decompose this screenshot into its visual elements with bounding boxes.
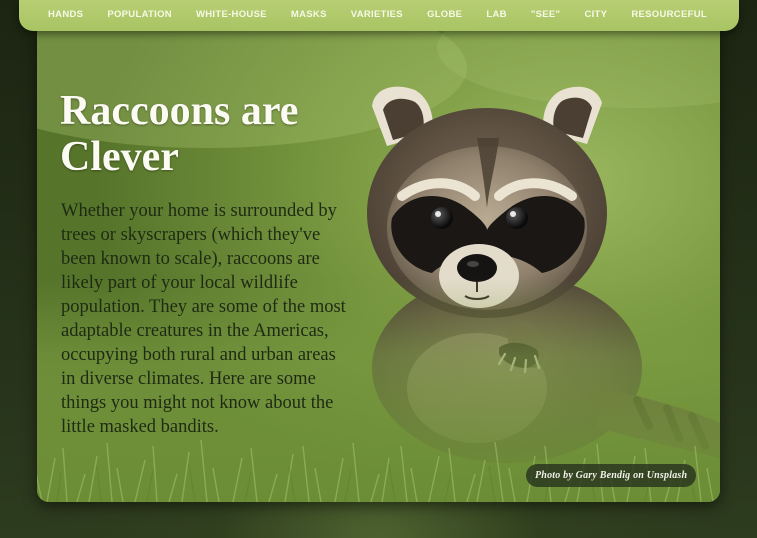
nav-item-varieties[interactable]: VARIETIES — [351, 9, 403, 20]
nav-item-population[interactable]: POPULATION — [107, 9, 172, 20]
nav-item-globe[interactable]: GLOBE — [427, 9, 462, 20]
hero-section: Raccoons are Clever Whether your home is… — [37, 28, 720, 502]
nav-item-hands[interactable]: HANDS — [48, 9, 83, 20]
photo-credit-badge[interactable]: Photo by Gary Bendig on Unsplash — [526, 464, 697, 487]
nav-item-lab[interactable]: LAB — [486, 9, 506, 20]
nav-item-city[interactable]: CITY — [584, 9, 607, 20]
nav-item-white-house[interactable]: WHITE-HOUSE — [196, 9, 267, 20]
page-title: Raccoons are Clever — [60, 88, 299, 180]
nav-item-resourceful[interactable]: RESOURCEFUL — [631, 9, 707, 20]
top-navigation: HANDS POPULATION WHITE-HOUSE MASKS VARIE… — [19, 0, 739, 31]
nav-list: HANDS POPULATION WHITE-HOUSE MASKS VARIE… — [19, 0, 739, 29]
intro-paragraph: Whether your home is surrounded by trees… — [61, 201, 346, 437]
nav-item-see[interactable]: "SEE" — [531, 9, 561, 20]
nav-item-masks[interactable]: MASKS — [291, 9, 327, 20]
